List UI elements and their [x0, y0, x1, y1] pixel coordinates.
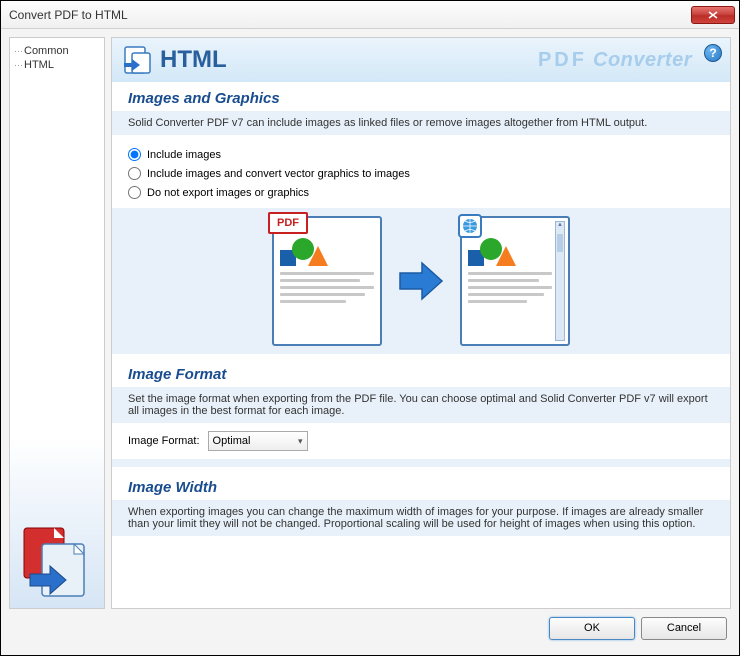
dialog-body: ⋯ Common ⋯ HTML — [1, 29, 739, 655]
content-panel[interactable]: HTML PDF Converter ? Images and Graphics… — [111, 37, 731, 609]
section-title-width: Image Width — [128, 479, 714, 496]
window-title: Convert PDF to HTML — [9, 8, 691, 22]
dialog-window: Convert PDF to HTML ⋯ Common ⋯ HTML — [0, 0, 740, 656]
radio-label: Include images — [147, 149, 221, 161]
radio-label: Do not export images or graphics — [147, 187, 309, 199]
section-title-images: Images and Graphics — [128, 90, 714, 107]
section-desc-format: Set the image format when exporting from… — [112, 387, 730, 423]
radio-no-export[interactable]: Do not export images or graphics — [128, 183, 714, 202]
section-images: Images and Graphics Solid Converter PDF … — [112, 82, 730, 358]
section-title-format: Image Format — [128, 366, 714, 383]
illustration: PDF — [112, 208, 730, 354]
format-combobox[interactable]: Optimal — [208, 431, 308, 451]
section-width: Image Width When exporting images you ca… — [112, 471, 730, 540]
web-badge-icon — [458, 214, 482, 238]
format-label: Image Format: — [128, 435, 200, 447]
tree-connector-icon: ⋯ — [14, 60, 22, 71]
radio-input[interactable] — [128, 186, 141, 199]
sidebar: ⋯ Common ⋯ HTML — [9, 37, 105, 609]
pdf-doc-preview: PDF — [272, 216, 382, 346]
section-desc-width: When exporting images you can change the… — [112, 500, 730, 536]
button-bar: OK Cancel — [9, 609, 731, 647]
help-button[interactable]: ? — [704, 44, 722, 62]
main-area: ⋯ Common ⋯ HTML — [9, 37, 731, 609]
radio-input[interactable] — [128, 167, 141, 180]
arrow-right-icon — [398, 261, 444, 301]
content-header: HTML PDF Converter ? — [112, 38, 730, 82]
close-button[interactable] — [691, 6, 735, 24]
close-icon — [708, 11, 718, 19]
tree-label: Common — [24, 45, 69, 57]
tree: ⋯ Common ⋯ HTML — [10, 38, 104, 78]
tree-connector-icon: ⋯ — [14, 46, 22, 57]
html-icon — [122, 45, 152, 75]
scrollbar-icon — [555, 221, 565, 341]
tree-label: HTML — [24, 59, 54, 71]
radio-group-images: Include images Include images and conver… — [128, 135, 714, 208]
tree-item-html[interactable]: ⋯ HTML — [14, 58, 100, 72]
convert-icon — [18, 524, 94, 600]
ok-button[interactable]: OK — [549, 617, 635, 640]
radio-include-images[interactable]: Include images — [128, 145, 714, 164]
brand-text: PDF Converter — [538, 49, 692, 72]
titlebar: Convert PDF to HTML — [1, 1, 739, 29]
html-doc-preview — [460, 216, 570, 346]
radio-input[interactable] — [128, 148, 141, 161]
radio-include-vector[interactable]: Include images and convert vector graphi… — [128, 164, 714, 183]
page-title: HTML — [160, 46, 227, 74]
combo-value: Optimal — [213, 435, 251, 447]
tree-item-common[interactable]: ⋯ Common — [14, 44, 100, 58]
format-row: Image Format: Optimal — [128, 423, 714, 459]
section-desc-images: Solid Converter PDF v7 can include image… — [112, 111, 730, 135]
pdf-badge-icon: PDF — [268, 212, 308, 234]
cancel-button[interactable]: Cancel — [641, 617, 727, 640]
radio-label: Include images and convert vector graphi… — [147, 168, 410, 180]
section-format: Image Format Set the image format when e… — [112, 358, 730, 471]
